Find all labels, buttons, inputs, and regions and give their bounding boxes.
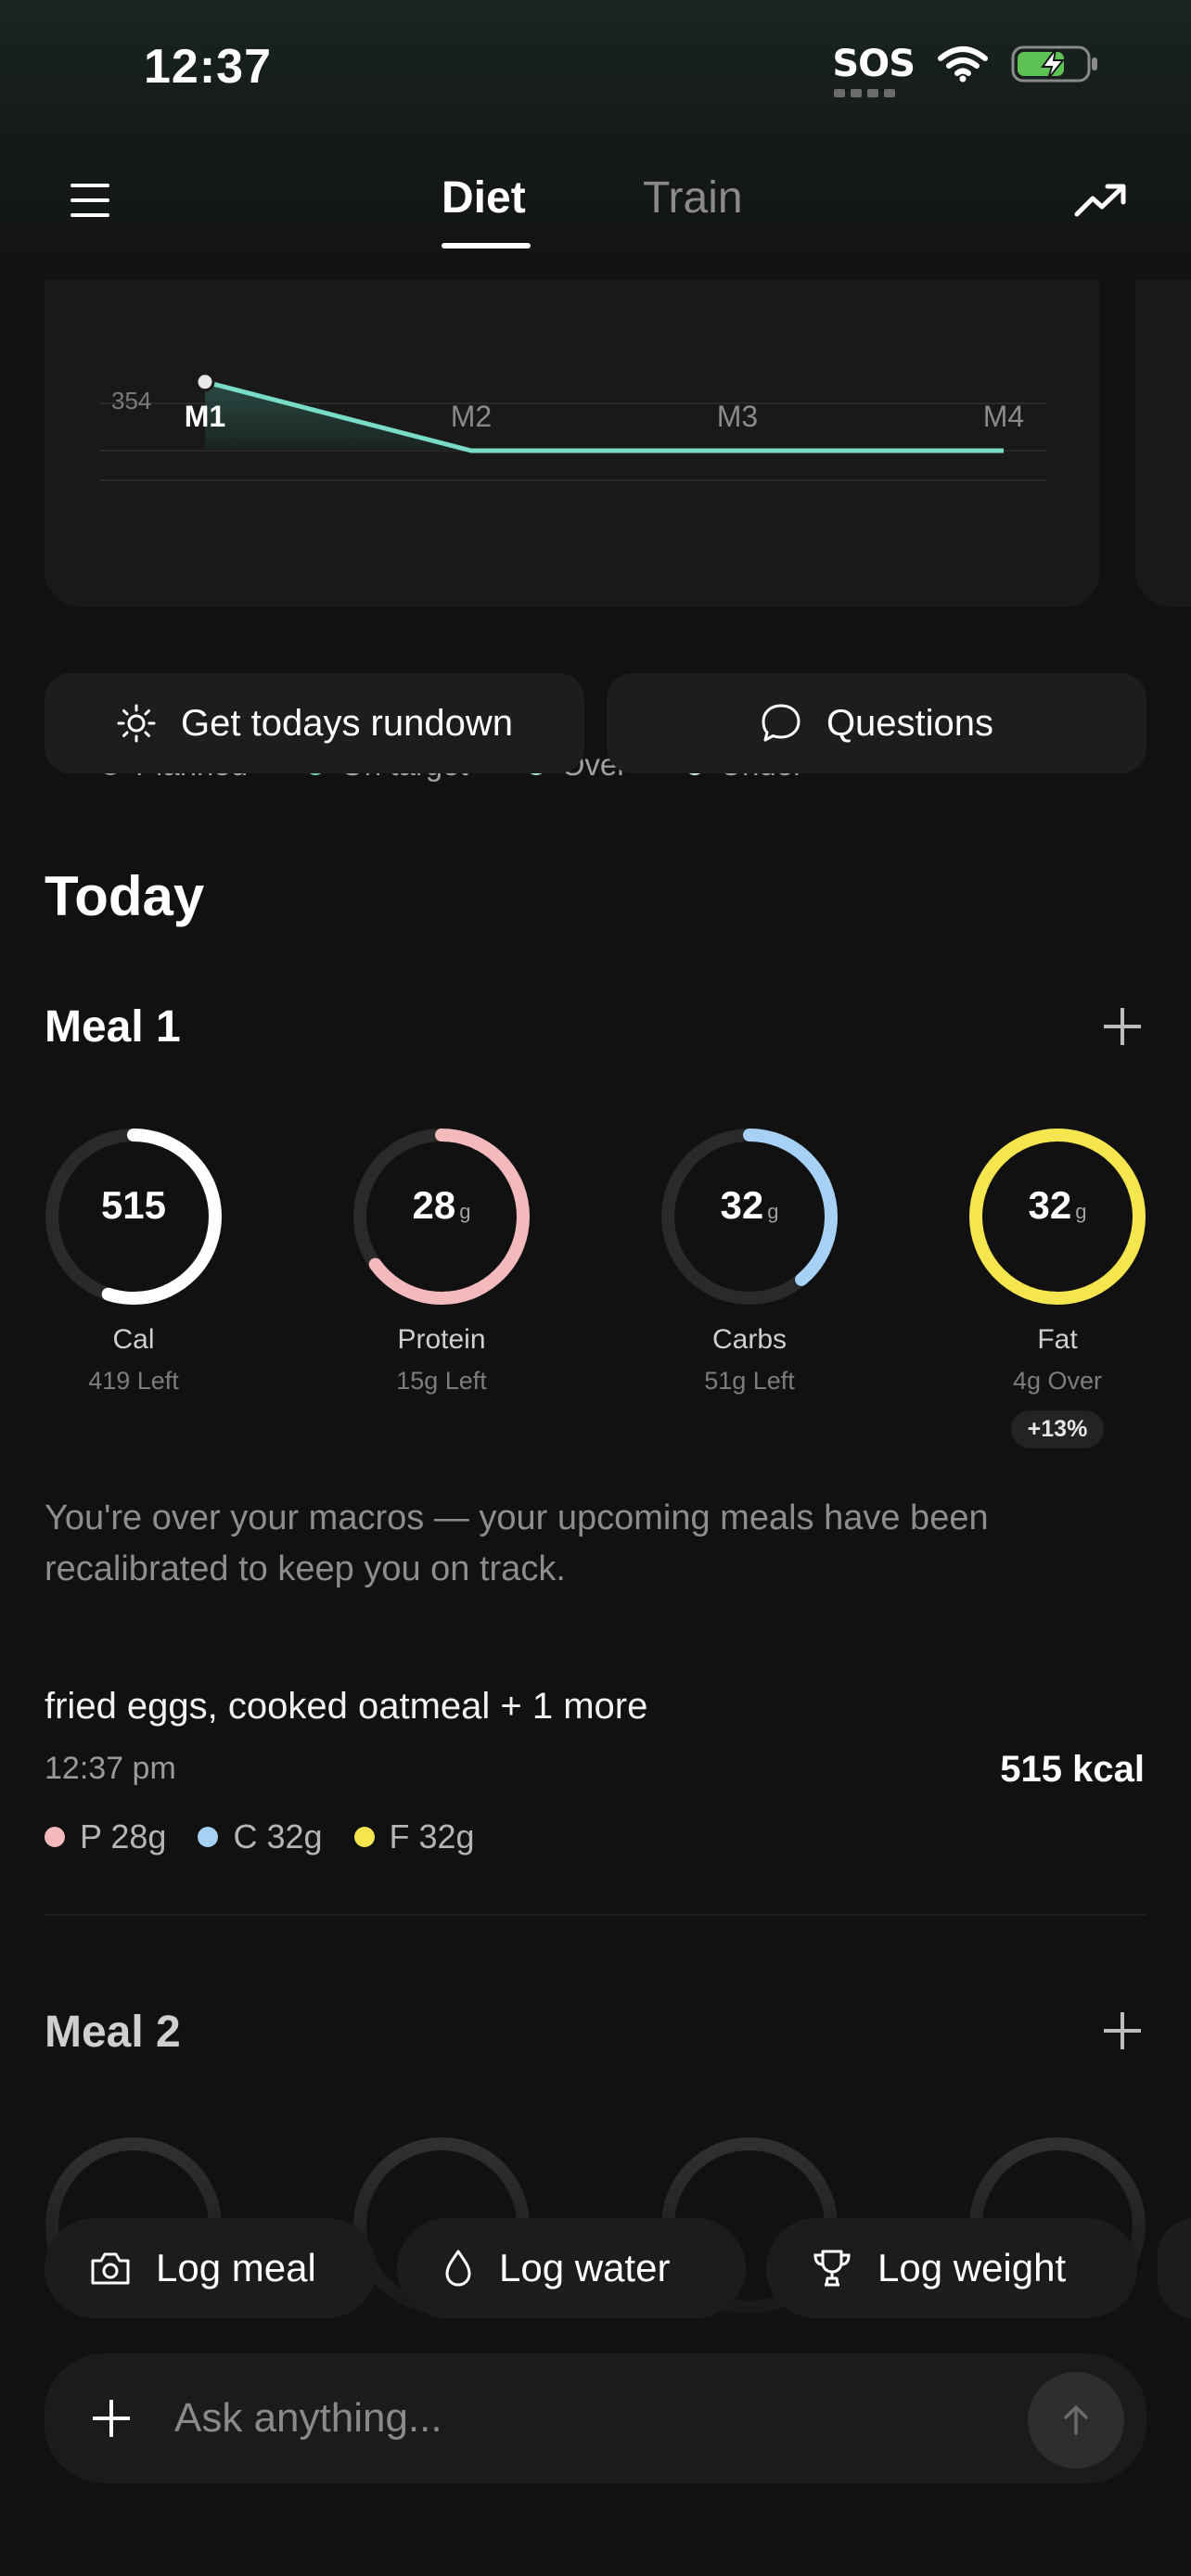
top-bar: 12:37 SOS Diet Train — [0, 0, 1191, 280]
log-water-label: Log water — [499, 2246, 671, 2289]
data-point — [195, 372, 215, 392]
meal-2-title: Meal 2 — [45, 2008, 181, 2057]
ring-unit: g — [459, 1200, 471, 1223]
recalibration-note: You're over your macros — your upcoming … — [45, 1498, 989, 1588]
macro-text: C 32g — [233, 1817, 323, 1855]
ring-over: 4g Over — [1012, 1367, 1103, 1395]
macro-dot — [353, 1827, 375, 1847]
ring-value-number: 32 — [1028, 1183, 1072, 1227]
battery-charging-icon — [1011, 45, 1097, 83]
trending-up-icon[interactable] — [1074, 182, 1126, 219]
log-meal-label: Log meal — [156, 2246, 316, 2289]
macro-fat: F 32g — [353, 1817, 475, 1856]
trophy-icon — [813, 2250, 851, 2287]
x-tick-label: M2 — [451, 400, 492, 433]
questions-button[interactable]: Questions — [607, 673, 1146, 773]
fat-ring[interactable]: 32 g Fat 4g Over +13% — [965, 1124, 1150, 1448]
carbs-ring[interactable]: 32 g Carbs 51g Left — [657, 1124, 842, 1396]
ring-label: Carbs — [711, 1324, 788, 1355]
protein-ring[interactable]: 28 g Protein 15g Left — [349, 1124, 534, 1396]
macro-dot — [45, 1827, 65, 1847]
sos-label: SOS — [832, 43, 916, 85]
status-time: 12:37 — [144, 40, 272, 94]
ring-remaining: 15g Left — [396, 1367, 487, 1395]
ring-remaining: 51g Left — [704, 1367, 795, 1395]
log-weight-label: Log weight — [877, 2246, 1067, 2289]
ask-input[interactable] — [174, 2391, 916, 2446]
get-rundown-button[interactable]: Get todays rundown — [45, 673, 584, 773]
x-tick-label: M1 — [185, 400, 225, 433]
macro-carbs: C 32g — [198, 1817, 323, 1856]
meal-1-title: Meal 1 — [45, 1002, 181, 1052]
ring-value-number: 32 — [720, 1183, 764, 1227]
macro-text: P 28g — [80, 1817, 167, 1855]
add-meal-2-icon[interactable] — [1104, 2012, 1141, 2049]
over-percent-badge: +13% — [1010, 1410, 1105, 1448]
today-heading: Today — [45, 865, 205, 927]
ring-value: 515 — [41, 1183, 226, 1228]
meal-entry-title[interactable]: fried eggs, cooked oatmeal + 1 more — [45, 1686, 647, 1728]
chat-bubble-icon — [762, 704, 800, 742]
y-tick-label: 354 — [111, 387, 151, 414]
active-tab-indicator — [442, 243, 531, 249]
x-tick-label: M4 — [983, 400, 1024, 433]
ring-unit: g — [767, 1200, 779, 1223]
meal-entry-macros: P 28g C 32g F 32g — [45, 1817, 475, 1856]
tab-train[interactable]: Train — [643, 172, 743, 223]
macro-chart-card: 354M1M2M3M4 Planned On target Over Under — [45, 232, 1100, 782]
ask-composer — [45, 2353, 1146, 2483]
section-divider — [45, 1914, 1146, 1916]
log-meal-button[interactable]: Log meal — [45, 2218, 377, 2318]
ring-unit: g — [1075, 1200, 1087, 1223]
menu-icon[interactable] — [70, 184, 111, 217]
ring-value: 28 g — [349, 1183, 534, 1228]
ring-value-number: 28 — [412, 1183, 456, 1227]
log-weight-button[interactable]: Log weight — [766, 2218, 1137, 2318]
ring-label: Fat — [1037, 1324, 1078, 1355]
next-chart-card-peek[interactable] — [1135, 232, 1191, 607]
meal-entry-time: 12:37 pm — [45, 1751, 176, 1786]
ring-value: 32 g — [965, 1183, 1150, 1228]
get-rundown-label: Get todays rundown — [181, 702, 513, 744]
macro-text: F 32g — [389, 1817, 475, 1855]
ring-label: Cal — [112, 1324, 155, 1355]
questions-label: Questions — [826, 702, 994, 744]
sun-icon — [117, 704, 156, 743]
water-drop-icon — [445, 2250, 471, 2287]
attach-plus-icon[interactable] — [93, 2400, 130, 2437]
macro-dot — [198, 1827, 219, 1847]
arrow-up-icon — [1064, 2405, 1088, 2435]
tab-diet[interactable]: Diet — [442, 172, 526, 223]
status-icons: SOS — [832, 43, 1100, 97]
wifi-icon — [938, 46, 988, 83]
log-water-button[interactable]: Log water — [397, 2218, 746, 2318]
camera-icon — [91, 2252, 130, 2285]
x-tick-label: M3 — [717, 400, 758, 433]
macro-protein: P 28g — [45, 1817, 166, 1856]
add-meal-1-icon[interactable] — [1104, 1008, 1141, 1045]
send-button[interactable] — [1028, 2372, 1124, 2468]
meal-entry-kcal: 515 kcal — [1000, 1749, 1145, 1790]
ring-label: Protein — [397, 1324, 486, 1355]
ring-value-number: 515 — [100, 1183, 167, 1227]
ring-remaining: 419 Left — [88, 1367, 179, 1395]
ring-value: 32 g — [657, 1183, 842, 1228]
calories-ring[interactable]: 515 Cal 419 Left — [41, 1124, 226, 1396]
sos-indicator: SOS — [832, 43, 916, 97]
bottom-fade — [0, 2096, 1191, 2576]
